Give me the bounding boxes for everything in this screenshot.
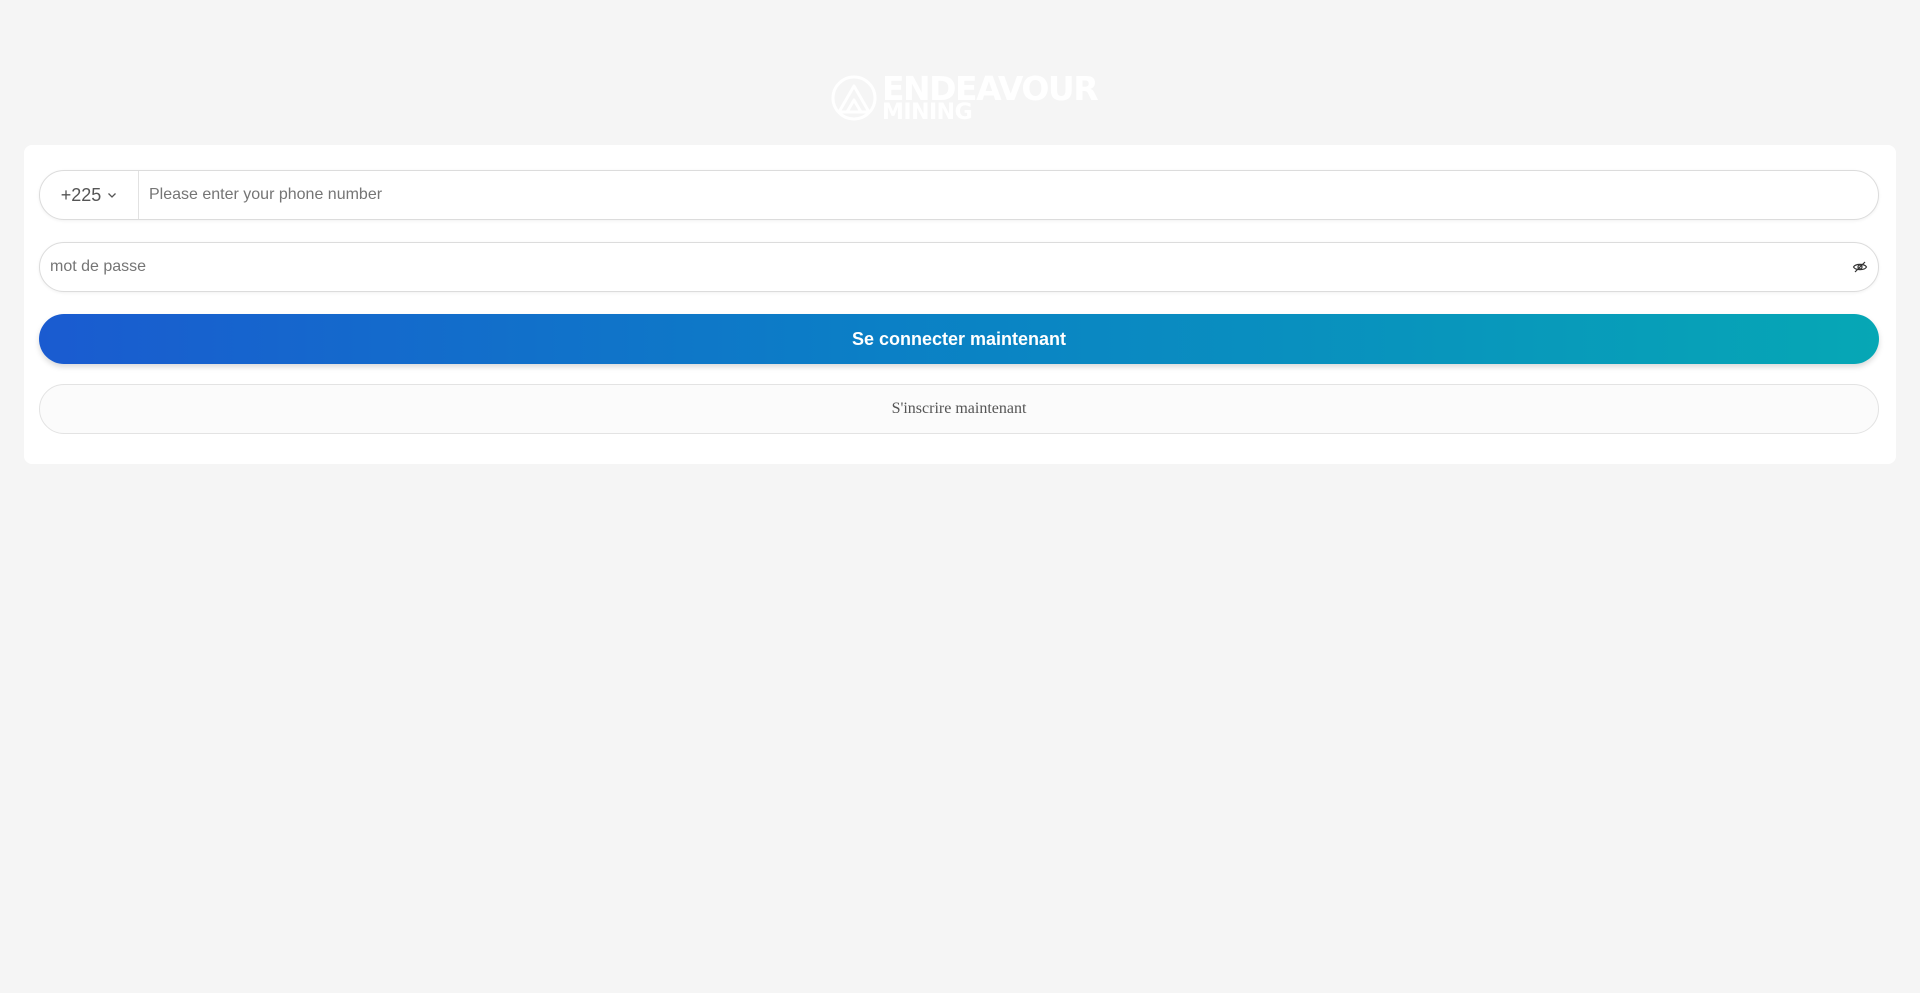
phone-field: +225 [39,170,1879,220]
brand-wordmark: ENDEAVOUR MINING [882,72,1099,124]
phone-input[interactable] [139,171,1878,219]
country-code-value: +225 [60,184,102,205]
password-field [39,242,1879,292]
country-code-select[interactable]: +225 [40,171,139,219]
login-card: +225 Se connecter maintenant S'inscrire … [24,145,1896,464]
chevron-down-icon [108,193,117,198]
endeavour-triangle-logo-icon [831,75,877,121]
password-input[interactable] [40,243,1852,291]
login-button[interactable]: Se connecter maintenant [39,314,1879,364]
register-button[interactable]: S'inscrire maintenant [39,384,1879,434]
eye-slash-icon[interactable] [1852,259,1868,275]
brand-logo: ENDEAVOUR MINING [830,70,1099,126]
login-page: ENDEAVOUR MINING +225 Se connecter maint… [0,0,1920,993]
